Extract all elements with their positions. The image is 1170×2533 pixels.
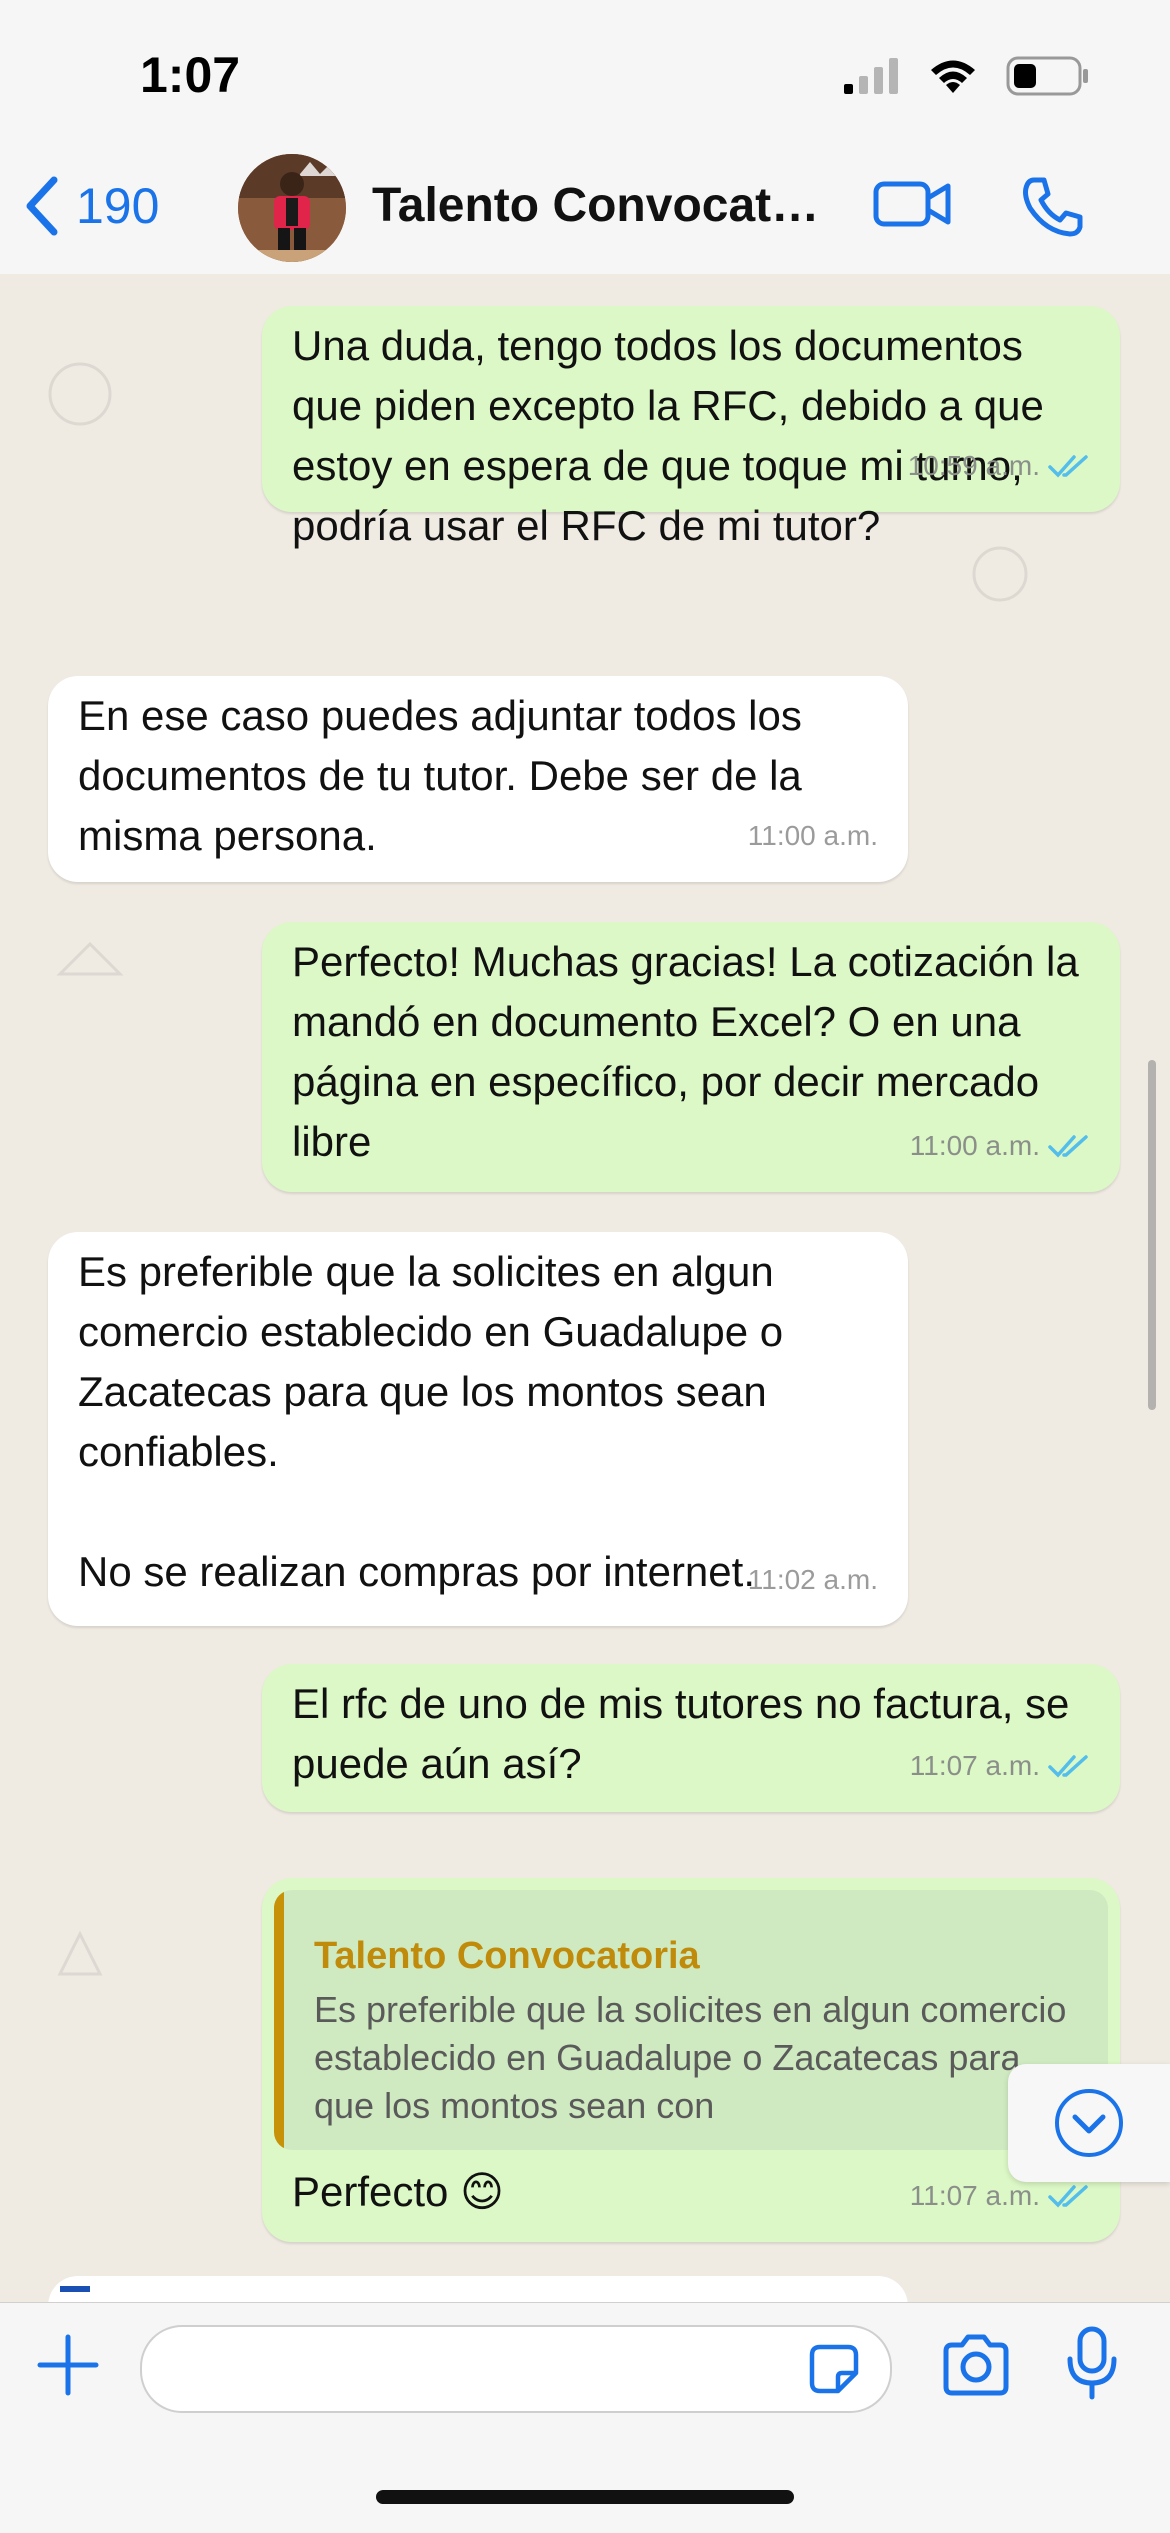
wifi-icon <box>931 60 975 93</box>
chevron-down-circle-icon <box>1055 2089 1123 2157</box>
video-call-button[interactable] <box>872 174 952 239</box>
sticker-button[interactable] <box>806 2341 862 2402</box>
profile-photo-icon <box>238 154 346 262</box>
read-receipt-icon <box>1048 2185 1088 2208</box>
chat-header: 190 Talento Convocatoria <box>0 140 1170 276</box>
message-input[interactable] <box>172 2341 736 2399</box>
read-receipt-icon <box>1048 1755 1088 1778</box>
message-bubble-outgoing[interactable]: Perfecto! Muchas gracias! La cotización … <box>262 922 1120 1192</box>
back-button[interactable]: 190 <box>24 176 159 236</box>
sticker-icon <box>809 2344 859 2394</box>
message-bubble-outgoing-reply[interactable]: Talento Convocatoria Es preferible que l… <box>262 1878 1120 2242</box>
home-indicator[interactable] <box>376 2490 794 2504</box>
message-time: 11:02 a.m. <box>747 1564 878 1595</box>
message-bubble-outgoing[interactable]: El rfc de uno de mis tutores no factura,… <box>262 1664 1120 1812</box>
message-meta: 11:00 a.m. <box>910 1116 1090 1176</box>
status-icons <box>844 56 1090 96</box>
message-meta: 10:59 a.m. <box>908 436 1090 496</box>
message-bubble-outgoing[interactable]: Una duda, tengo todos los documentos que… <box>262 306 1120 549</box>
message-meta: 11:02 a.m. <box>748 1550 878 1610</box>
battery-icon <box>1006 56 1088 96</box>
message-meta: 11:00 a.m. <box>748 806 878 866</box>
message-time: 10:59 a.m. <box>907 450 1040 481</box>
status-bar: 1:07 <box>0 0 1170 140</box>
message-input-field[interactable] <box>140 2325 892 2413</box>
chat-title[interactable]: Talento Convocatoria <box>372 178 842 233</box>
message-bubble-incoming[interactable]: En ese caso puedes adjuntar todos los do… <box>48 676 908 882</box>
attach-button[interactable] <box>36 2333 100 2402</box>
voice-call-button[interactable] <box>1020 174 1086 245</box>
cellular-signal-icon <box>844 58 898 94</box>
camera-button[interactable] <box>940 2333 1012 2402</box>
message-meta: 11:07 a.m. <box>910 1736 1090 1796</box>
next-message-peek <box>48 2276 908 2304</box>
scroll-to-bottom-button[interactable] <box>1008 2064 1170 2182</box>
message-bubble-incoming[interactable]: Es preferible que la solicites en algun … <box>48 1232 908 1626</box>
microphone-icon <box>1067 2326 1117 2400</box>
camera-icon <box>943 2334 1009 2396</box>
video-call-icon <box>873 181 951 227</box>
scrollbar[interactable] <box>1148 1060 1156 1410</box>
message-time: 11:07 a.m. <box>909 1750 1040 1781</box>
quote-accent-bar <box>274 1890 284 2150</box>
quote-author: Talento Convocatoria <box>314 1935 700 1977</box>
read-receipt-icon <box>1048 455 1088 478</box>
chat-area[interactable]: Una duda, tengo todos los documentos que… <box>0 274 1170 2304</box>
message-time: 11:00 a.m. <box>909 1130 1040 1161</box>
unread-count: 190 <box>76 178 160 234</box>
voice-note-button[interactable] <box>1064 2325 1120 2406</box>
quote-text: Es preferible que la solicites en algun … <box>314 1989 1067 2126</box>
phone-icon <box>1023 177 1083 237</box>
read-receipt-icon <box>1048 1135 1088 1158</box>
status-time: 1:07 <box>140 47 241 103</box>
avatar[interactable] <box>238 154 346 262</box>
chevron-left-icon <box>26 176 58 236</box>
message-text: Perfecto 😊 <box>292 2168 504 2215</box>
plus-icon <box>37 2334 99 2396</box>
peek-line <box>60 2286 90 2292</box>
message-time: 11:00 a.m. <box>747 820 878 851</box>
message-text: Es preferible que la solicites en algun … <box>78 1248 784 1595</box>
quoted-message[interactable]: Talento Convocatoria Es preferible que l… <box>274 1890 1108 2150</box>
